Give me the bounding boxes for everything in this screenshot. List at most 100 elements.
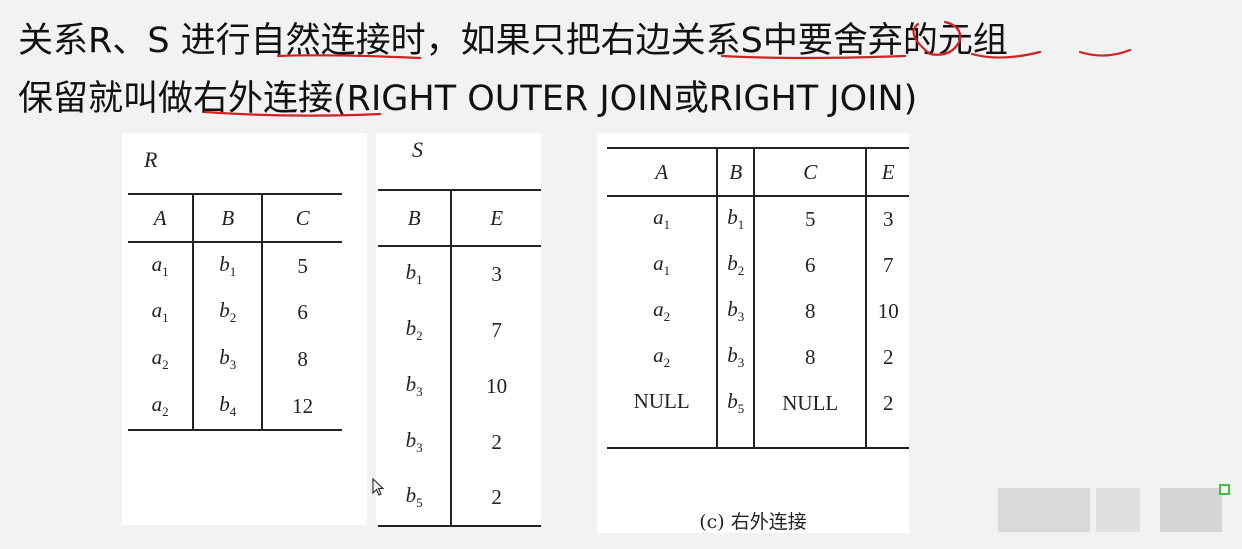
cell-b-text: b <box>405 315 417 340</box>
table-s: B E b1 3 b2 7 b3 10 b3 2 b5 2 <box>378 189 541 527</box>
cell-c-text: 8 <box>297 347 308 371</box>
cell-e: 10 <box>866 288 909 334</box>
cell-b: b2 <box>378 302 453 358</box>
cell-a-subscript: 1 <box>663 263 671 279</box>
cell-a: a2 <box>128 383 195 430</box>
table-row: b3 10 <box>378 358 541 414</box>
cell-a-text: a <box>653 250 664 275</box>
cell-e: 2 <box>866 334 909 380</box>
cell-c-text: 6 <box>805 252 816 277</box>
table-row: a2 b3 8 <box>128 336 342 383</box>
cell-a-subscript: 2 <box>162 404 169 420</box>
cell-a: a1 <box>607 242 719 288</box>
cell-spacer <box>754 426 868 448</box>
blur-block <box>998 488 1090 532</box>
cell-b-text: b <box>219 391 230 416</box>
cell-a-text: a <box>653 205 664 230</box>
blur-block <box>1160 488 1222 532</box>
cell-b-subscript: 5 <box>737 401 745 417</box>
cell-a: NULL <box>607 380 719 426</box>
cell-b-subscript: 2 <box>229 310 237 326</box>
cell-a: a1 <box>607 196 719 242</box>
cell-c-text: 5 <box>805 207 816 231</box>
table-s-panel: S B E b1 3 b2 7 b3 10 b3 2 b5 2 <box>376 133 541 527</box>
cell-a: a2 <box>128 336 195 383</box>
table-result-col-e: E <box>881 159 895 184</box>
cell-c-text: 12 <box>292 393 314 418</box>
cell-b: b2 <box>717 242 756 288</box>
cell-a-subscript: 2 <box>162 357 169 373</box>
cell-a-subscript: 1 <box>162 264 169 280</box>
cell-c: NULL <box>754 380 868 426</box>
blur-block <box>1096 488 1140 532</box>
table-row: a2 b3 8 10 <box>607 288 909 334</box>
cell-e: 10 <box>451 358 541 414</box>
cell-b: b1 <box>378 246 453 302</box>
cell-b-subscript: 5 <box>416 495 423 511</box>
cell-e: 3 <box>451 246 541 302</box>
table-row: b2 7 <box>378 302 541 358</box>
cell-c-text: 6 <box>297 300 308 324</box>
cell-a-subscript: 1 <box>162 310 169 326</box>
table-s-col-b: B <box>378 190 453 246</box>
cell-a-text: a <box>151 391 163 416</box>
cell-a-text: NULL <box>633 388 690 413</box>
table-r: A B C a1 b1 5 a1 b2 6 a2 b3 8 a2 b4 12 <box>128 193 342 431</box>
cell-b: b3 <box>717 334 756 380</box>
cell-e: 7 <box>451 302 541 358</box>
cell-a-subscript: 2 <box>663 355 671 371</box>
cell-b: b4 <box>193 383 264 430</box>
cell-c-text: 8 <box>805 344 816 369</box>
cell-a: a2 <box>607 288 719 334</box>
cell-e-text: 2 <box>491 429 502 454</box>
cell-c: 8 <box>262 336 342 383</box>
cell-b-text: b <box>405 483 417 508</box>
cell-b-subscript: 1 <box>229 264 237 280</box>
cell-a-subscript: 2 <box>663 309 671 325</box>
cell-b: b5 <box>717 380 756 426</box>
cell-b-text: b <box>727 388 738 413</box>
cell-c: 5 <box>754 196 868 242</box>
table-result-col-c: C <box>754 148 868 196</box>
cell-spacer <box>717 426 756 448</box>
cell-b-text: b <box>219 298 230 323</box>
cell-b-subscript: 4 <box>229 404 237 420</box>
table-result: A B C E a1 b1 5 3 a1 b2 6 7 a2 b3 8 10 a2 b3 8 2 NULL b5 N… <box>607 147 909 449</box>
cell-b-text: b <box>727 250 738 275</box>
cell-a-text: a <box>653 296 664 321</box>
cell-b: b3 <box>193 336 264 383</box>
cell-b-subscript: 3 <box>737 355 745 371</box>
cell-e: 2 <box>451 470 541 526</box>
cell-b-subscript: 1 <box>416 272 423 288</box>
cell-b-text: b <box>219 251 230 276</box>
cell-e-text: 7 <box>882 252 894 277</box>
cell-spacer <box>866 426 909 448</box>
cell-c: 8 <box>754 334 868 380</box>
cell-b: b3 <box>378 358 453 414</box>
table-row: a1 b2 6 <box>128 289 342 336</box>
table-r-panel: R A B C a1 b1 5 a1 b2 6 a2 b3 8 a2 b4 12 <box>122 133 367 525</box>
cell-c: 8 <box>754 288 868 334</box>
cell-b: b3 <box>717 288 756 334</box>
cell-e: 3 <box>866 196 909 242</box>
table-r-name: R <box>144 147 158 172</box>
cell-e-text: 3 <box>882 207 894 231</box>
cell-e-text: 10 <box>877 298 899 323</box>
table-row: a1 b1 5 <box>128 242 342 289</box>
table-row-spacer <box>607 426 909 448</box>
cell-b-text: b <box>727 342 738 367</box>
cell-e-text: 3 <box>491 262 502 286</box>
slide-heading: 关系R、S 进行自然连接时，如果只把右边关系S中要舍弃的元组 保留就叫做右外连接… <box>18 12 1238 128</box>
cell-c: 6 <box>262 289 342 336</box>
cell-c: 5 <box>262 242 342 289</box>
cell-c: 12 <box>262 383 342 430</box>
cell-b: b3 <box>378 414 453 470</box>
cell-b: b1 <box>717 196 756 242</box>
cell-b-subscript: 3 <box>737 309 745 325</box>
cell-a-subscript: 1 <box>663 217 671 233</box>
table-row: a1 b1 5 3 <box>607 196 909 242</box>
cell-b-subscript: 3 <box>416 440 423 456</box>
cell-e-text: 2 <box>882 344 894 369</box>
cell-b-text: b <box>727 296 738 321</box>
table-row: NULL b5 NULL 2 <box>607 380 909 426</box>
